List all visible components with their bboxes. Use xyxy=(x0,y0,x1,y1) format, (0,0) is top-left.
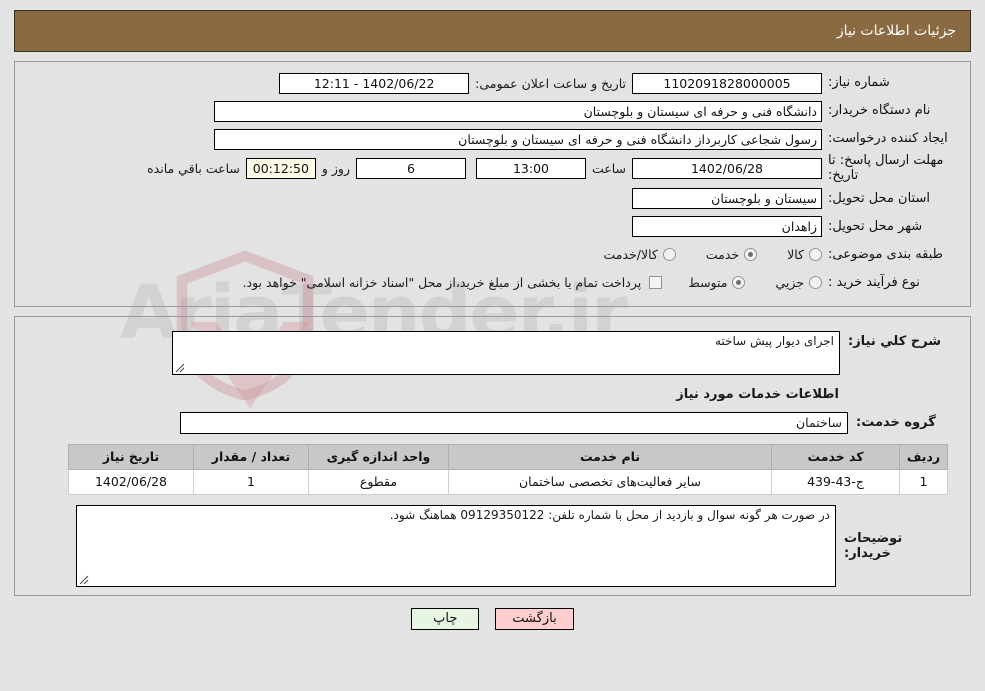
days-label: روز و xyxy=(321,161,350,177)
row-buyer-comments: توضیحات خریدار: در صورت هر گونه سوال و ب… xyxy=(37,504,948,587)
cell-service-code: ج-43-439 xyxy=(771,468,900,495)
table-header-row: ردیف کد خدمت نام خدمت واحد اندازه گیری ت… xyxy=(68,443,948,470)
creator-label: ایجاد کننده درخواست: xyxy=(828,130,948,146)
process-option-jozei-label: جزیي xyxy=(775,275,804,291)
deadline-hour-value: 13:00 xyxy=(475,158,586,180)
buyer-comments-value: در صورت هر گونه سوال و بازدید از محل با … xyxy=(389,507,830,522)
row-buyer-org: نام دستگاه خریدار: دانشگاه فنی و حرفه ای… xyxy=(25,98,960,124)
cell-need-date: 1402/06/28 xyxy=(68,468,194,495)
need-number-value: 1102091828000005 xyxy=(632,72,822,94)
general-desc-label: شرح کلي نیاز: xyxy=(848,333,942,349)
cell-row: 1 xyxy=(899,468,948,495)
general-desc-textarea[interactable]: اجرای دیوار پیش ساخته xyxy=(172,330,840,375)
table-row: 1 ج-43-439 سایر فعالیت‌های تخصصی ساختمان… xyxy=(68,468,948,495)
row-general-description: شرح کلي نیاز: اجرای دیوار پیش ساخته xyxy=(25,330,960,375)
cell-service-name: سایر فعالیت‌های تخصصی ساختمان xyxy=(448,468,772,495)
need-summary-panel: شماره نیاز: 1102091828000005 تاریخ و ساع… xyxy=(14,61,971,307)
buyer-comments-label: توضیحات خریدار: xyxy=(844,530,903,561)
col-unit: واحد اندازه گیری xyxy=(308,443,449,470)
need-number-label: شماره نیاز: xyxy=(828,74,890,90)
category-label: طبقه بندی موضوعی: xyxy=(828,246,944,262)
city-value: زاهدان xyxy=(632,216,822,238)
category-option-kala-khedmat-label: کالا/خدمت xyxy=(603,247,658,263)
payment-note-checkbox[interactable] xyxy=(649,276,663,290)
resize-grip-icon-comments[interactable] xyxy=(79,575,89,585)
service-group-label: گروه خدمت: xyxy=(856,415,936,431)
payment-note-text: پرداخت تمام یا بخشی از مبلغ خرید،از محل … xyxy=(242,275,642,291)
col-service-name: نام خدمت xyxy=(448,443,772,470)
buyer-org-value: دانشگاه فنی و حرفه ای سیستان و بلوچستان xyxy=(214,100,822,122)
row-creator: ایجاد کننده درخواست: رسول شجاعی کاربرداز… xyxy=(25,126,960,152)
city-label: شهر محل تحویل: xyxy=(828,218,923,234)
category-radio-group: کالا خدمت کالا/خدمت xyxy=(577,247,822,262)
buyer-org-label: نام دستگاه خریدار: xyxy=(828,102,931,118)
hour-label: ساعت xyxy=(591,161,626,177)
services-section-title: اطلاعات خدمات مورد نیاز xyxy=(676,386,839,402)
category-option-khedmat[interactable]: خدمت xyxy=(705,247,758,263)
col-row: ردیف xyxy=(899,443,948,470)
category-option-kala-label: کالا xyxy=(787,247,804,263)
col-need-date: تاریخ نیاز xyxy=(68,443,194,470)
category-option-kala[interactable]: کالا xyxy=(787,247,822,262)
creator-value: رسول شجاعی کاربرداز دانشگاه فنی و حرفه ا… xyxy=(214,128,822,150)
remaining-days-value: 6 xyxy=(355,158,466,180)
row-category: طبقه بندی موضوعی: کالا خدمت کالا/خدمت xyxy=(25,242,960,268)
back-button[interactable]: بازگشت xyxy=(495,607,574,630)
service-group-value: ساختمان xyxy=(180,411,848,434)
row-process-type: نوع فرآیند خرید : جزیي متوسط پرداخت تمام… xyxy=(25,270,960,296)
row-need-number: شماره نیاز: 1102091828000005 تاریخ و ساع… xyxy=(25,70,960,96)
radio-icon-motevaset[interactable] xyxy=(732,276,746,290)
col-quantity: تعداد / مقدار xyxy=(193,443,309,470)
process-option-motevaset[interactable]: متوسط xyxy=(688,275,746,291)
process-radio-group: جزیي متوسط xyxy=(662,275,822,290)
cell-quantity: 1 xyxy=(193,468,309,495)
resize-grip-icon[interactable] xyxy=(175,363,185,373)
radio-icon-kala-khedmat[interactable] xyxy=(662,248,676,262)
row-province: استان محل تحویل: سیستان و بلوچستان xyxy=(25,186,960,212)
row-city: شهر محل تحویل: زاهدان xyxy=(25,214,960,240)
process-label: نوع فرآیند خرید : xyxy=(828,274,920,290)
category-option-khedmat-label: خدمت xyxy=(705,247,740,263)
print-button[interactable]: چاپ xyxy=(411,607,480,630)
deadline-label: مهلت ارسال پاسخ: تا تاریخ: xyxy=(828,153,944,183)
services-table: ردیف کد خدمت نام خدمت واحد اندازه گیری ت… xyxy=(68,443,948,495)
cell-unit: مقطوع xyxy=(308,468,449,495)
countdown-value: 00:12:50 xyxy=(245,158,316,180)
category-option-kala-khedmat[interactable]: کالا/خدمت xyxy=(603,247,676,263)
deadline-date-value: 1402/06/28 xyxy=(632,158,822,180)
page-title: جزئیات اطلاعات نیاز xyxy=(836,23,956,39)
buyer-comments-textarea[interactable]: در صورت هر گونه سوال و بازدید از محل با … xyxy=(76,504,836,587)
page-root: جزئیات اطلاعات نیاز شماره نیاز: 11020918… xyxy=(0,0,985,630)
announce-label: تاریخ و ساعت اعلان عمومی: xyxy=(475,75,626,91)
radio-icon-khedmat[interactable] xyxy=(744,248,758,262)
row-deadline: مهلت ارسال پاسخ: تا تاریخ: 1402/06/28 سا… xyxy=(25,153,960,184)
footer-actions: بازگشت چاپ xyxy=(14,607,971,630)
need-details-panel: شرح کلي نیاز: اجرای دیوار پیش ساخته اطلا… xyxy=(14,315,971,596)
radio-icon-jozei[interactable] xyxy=(809,276,822,290)
radio-icon-kala[interactable] xyxy=(809,248,822,262)
province-value: سیستان و بلوچستان xyxy=(632,188,822,210)
process-option-motevaset-label: متوسط xyxy=(688,275,728,291)
row-service-group: گروه خدمت: ساختمان xyxy=(25,411,960,434)
remaining-hours-label: ساعت باقي مانده xyxy=(147,161,240,177)
announce-value: 1402/06/22 - 12:11 xyxy=(279,72,470,94)
col-service-code: کد خدمت xyxy=(771,443,900,470)
page-title-bar: جزئیات اطلاعات نیاز xyxy=(14,10,971,52)
province-label: استان محل تحویل: xyxy=(828,190,930,206)
process-option-jozei[interactable]: جزیي xyxy=(775,275,822,290)
general-desc-value: اجرای دیوار پیش ساخته xyxy=(715,333,834,348)
